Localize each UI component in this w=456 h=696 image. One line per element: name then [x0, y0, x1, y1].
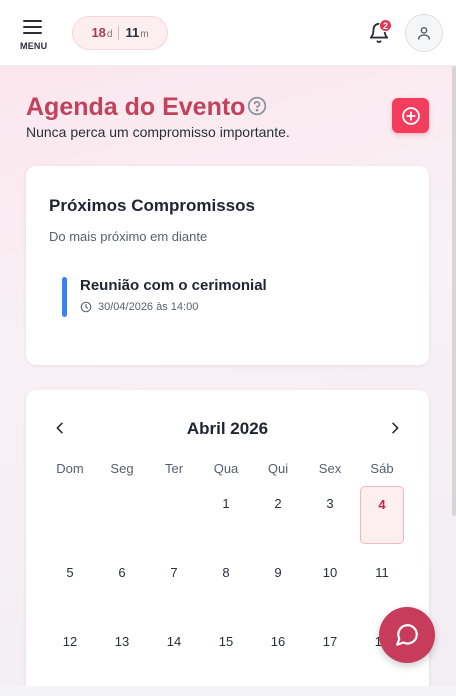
calendar-day[interactable]: 8 — [204, 555, 248, 613]
chevron-right-icon — [392, 422, 399, 434]
weekday-label: Qua — [213, 461, 239, 476]
appointment-color-bar — [62, 277, 67, 317]
calendar-day[interactable]: 1 — [204, 486, 248, 544]
calendar-day[interactable]: 16 — [256, 624, 300, 682]
help-button[interactable] — [247, 96, 267, 116]
add-appointment-button[interactable] — [392, 98, 429, 133]
countdown-minutes: 11 — [125, 25, 140, 40]
appointment-item[interactable]: Reunião com o cerimonial 30/04/2026 às 1… — [62, 276, 382, 318]
event-countdown: 18d 11m — [72, 16, 168, 50]
top-bar: MENU 18d 11m 2 — [0, 0, 456, 66]
calendar-day[interactable]: 14 — [152, 624, 196, 682]
calendar-day[interactable]: 11 — [360, 555, 404, 613]
calendar-day[interactable]: 10 — [308, 555, 352, 613]
bottom-bar — [0, 686, 456, 696]
page-scrollbar[interactable] — [452, 66, 456, 516]
calendar-month-label: Abril 2026 — [186, 419, 269, 438]
calendar-day[interactable]: 13 — [100, 624, 144, 682]
menu-button[interactable]: MENU — [18, 14, 50, 54]
menu-icon-bar — [23, 26, 42, 28]
appointment-title: Reunião com o cerimonial — [80, 277, 267, 294]
upcoming-title: Próximos Compromissos — [49, 196, 255, 215]
notifications-button[interactable]: 2 — [368, 19, 392, 44]
calendar-day-today[interactable]: 4 — [360, 486, 404, 544]
plus-circle-icon — [401, 106, 420, 125]
calendar-day[interactable]: 5 — [48, 555, 92, 613]
calendar-day[interactable]: 2 — [256, 486, 300, 544]
calendar-day[interactable]: 7 — [152, 555, 196, 613]
user-icon — [418, 27, 430, 40]
weekday-label: Ter — [164, 461, 184, 476]
weekday-label: Seg — [110, 461, 134, 476]
menu-icon-bar — [23, 32, 42, 34]
weekday-label: Sáb — [370, 461, 394, 476]
countdown-minutes-unit: m — [140, 29, 149, 40]
next-month-button[interactable] — [387, 420, 403, 436]
page-title: Agenda do Evento — [26, 93, 246, 121]
page-subtitle: Nunca perca um compromisso importante. — [26, 124, 290, 140]
chat-button[interactable] — [379, 607, 435, 663]
chat-bubble-icon — [396, 624, 418, 646]
calendar-day[interactable]: 3 — [308, 486, 352, 544]
countdown-divider — [118, 26, 120, 40]
appointment-datetime: 30/04/2026 às 14:00 — [98, 301, 199, 313]
calendar-day[interactable]: 12 — [48, 624, 92, 682]
calendar-card: Abril 2026 Dom Seg Ter Qua Qui Sex Sáb 1234567… — [26, 390, 429, 696]
weekday-label: Sex — [318, 461, 342, 476]
calendar-day[interactable]: 15 — [204, 624, 248, 682]
profile-button[interactable] — [405, 14, 443, 52]
clock-icon — [80, 301, 92, 313]
countdown-days-unit: d — [106, 29, 113, 40]
calendar-day[interactable]: 9 — [256, 555, 300, 613]
upcoming-appointments-card: Próximos Compromissos Do mais próximo em… — [26, 166, 429, 365]
menu-icon-bar — [23, 20, 42, 22]
menu-label: MENU — [20, 41, 48, 51]
notifications-badge: 2 — [379, 19, 392, 32]
countdown-days: 18 — [91, 25, 106, 40]
help-circle-icon — [247, 96, 267, 116]
calendar-day[interactable]: 17 — [308, 624, 352, 682]
weekday-label: Qui — [267, 461, 289, 476]
upcoming-subtitle: Do mais próximo em diante — [49, 229, 208, 244]
calendar-day[interactable]: 6 — [100, 555, 144, 613]
weekday-label: Dom — [56, 461, 84, 476]
